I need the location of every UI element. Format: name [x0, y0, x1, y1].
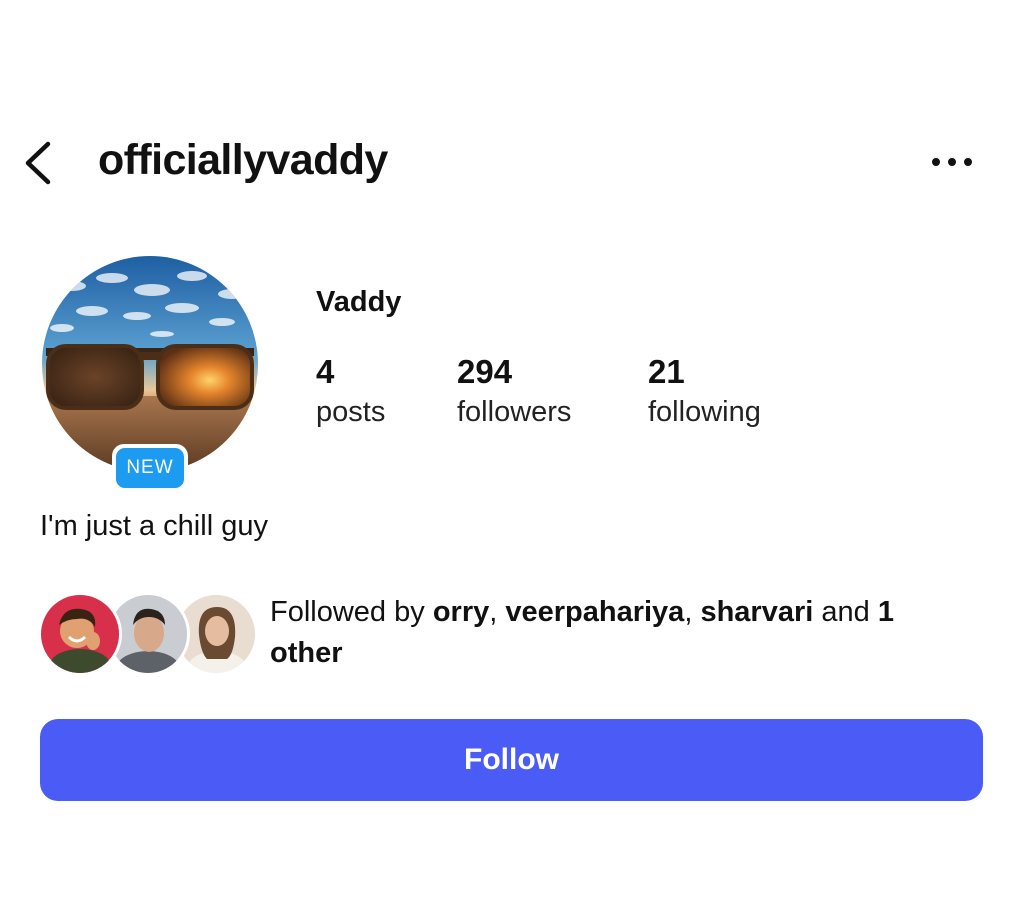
stat-posts-count: 4 — [316, 353, 335, 390]
display-name: Vaddy — [316, 286, 402, 318]
profile-avatar[interactable] — [42, 256, 258, 472]
new-badge: NEW — [112, 444, 188, 492]
stat-posts[interactable]: 4 posts — [316, 352, 385, 430]
mutual-username: orry — [432, 596, 490, 628]
conjunction: and — [813, 596, 878, 628]
stat-posts-label: posts — [316, 396, 386, 428]
followed-by-text[interactable]: Followed by orry, veerpahariya, sharvari… — [270, 592, 970, 674]
chevron-left-icon — [25, 141, 51, 185]
sunglasses-beach-image — [42, 256, 258, 472]
stat-followers-label: followers — [457, 396, 572, 428]
stat-following-label: following — [648, 396, 761, 428]
back-button[interactable] — [18, 138, 62, 186]
separator: , — [684, 596, 701, 628]
followed-by-prefix: Followed by — [270, 596, 433, 628]
new-badge-label: NEW — [116, 448, 184, 488]
mutual-username: veerpahariya — [505, 596, 685, 628]
ellipsis-horizontal-icon — [932, 158, 972, 166]
profile-bio: I'm just a chill guy — [40, 510, 268, 542]
separator: , — [489, 596, 506, 628]
profile-avatar-container — [42, 256, 258, 472]
mutual-username: sharvari — [700, 596, 814, 628]
profile-username: officiallyvaddy — [98, 136, 388, 184]
cartoon-avatar-image — [41, 595, 119, 673]
stat-followers-count: 294 — [457, 353, 513, 390]
mutual-followers-avatars[interactable] — [38, 592, 258, 680]
more-options-button[interactable] — [924, 144, 980, 180]
others-label: other — [270, 637, 343, 669]
profile-header: officiallyvaddy — [0, 130, 1024, 194]
stat-following[interactable]: 21 following — [648, 352, 761, 430]
mutual-avatar-orry — [38, 592, 122, 676]
follow-button[interactable]: Follow — [40, 719, 983, 801]
stat-following-count: 21 — [648, 353, 685, 390]
others-count: 1 — [877, 596, 894, 628]
stat-followers[interactable]: 294 followers — [457, 352, 571, 430]
